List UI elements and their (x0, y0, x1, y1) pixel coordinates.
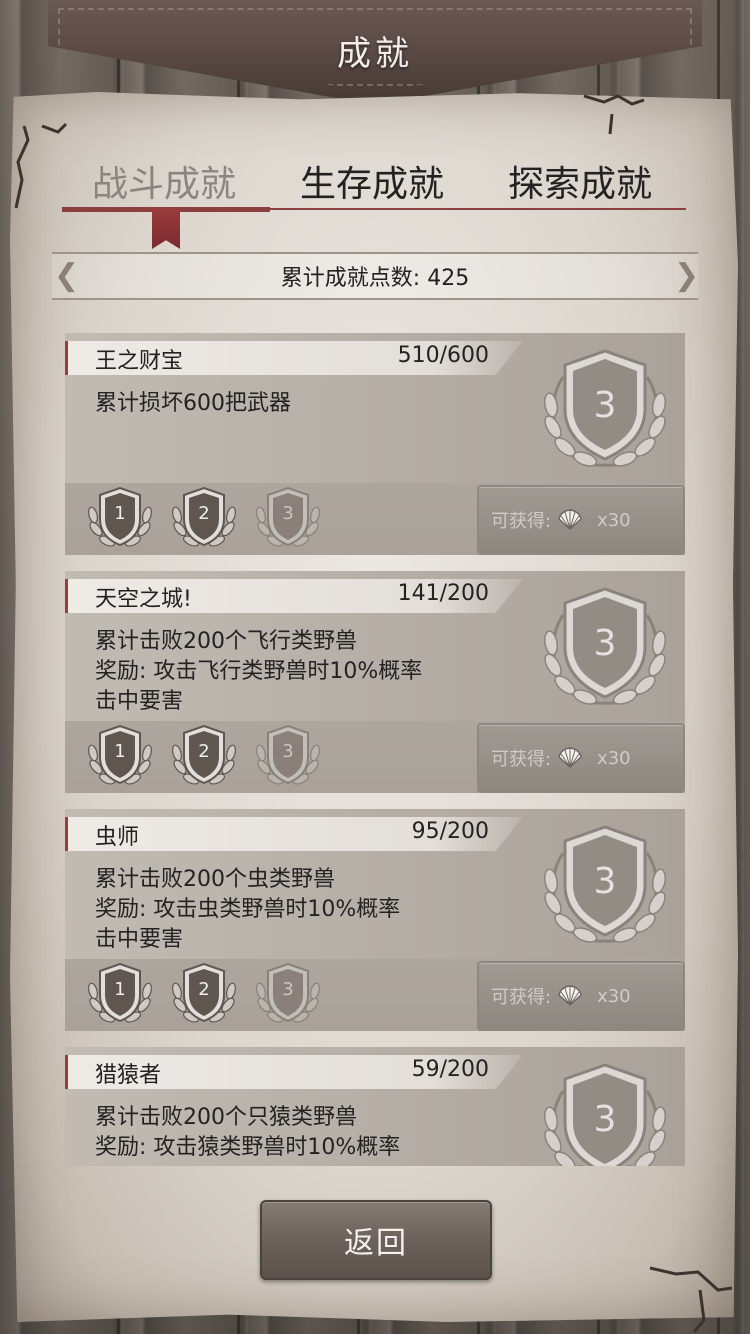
tier-number: 2 (198, 741, 210, 762)
tier-number: 3 (282, 503, 294, 524)
medal-level: 3 (593, 623, 617, 664)
tier-medal-icon: 2 (169, 723, 239, 789)
achievement-progress: 141/200 (397, 581, 489, 606)
tier-medal-icon: 1 (85, 723, 155, 789)
achievement-name: 虫师 (95, 825, 140, 850)
reward-label: 可获得: (491, 987, 552, 1008)
laurel-shield-icon: 3 (535, 585, 675, 709)
tier-medal-icon: 3 (253, 961, 323, 1027)
ornament-icon: ❯ (674, 258, 700, 293)
tier-number: 3 (282, 741, 294, 762)
reward-amount: x30 (597, 747, 631, 769)
achievement-card: 天空之城! 141/200 累计击败200个飞行类野兽 奖励: 攻击飞行类野兽时… (65, 571, 685, 793)
shell-icon (557, 985, 583, 1007)
achievement-points-text: 累计成就点数: 425 (280, 266, 470, 291)
tier-medals: 1 2 3 (85, 723, 323, 789)
achievement-card: 王之财宝 510/600 累计损坏600把武器 3 1 2 3 可获得: x30 (65, 333, 685, 555)
tier-medals: 1 2 3 (85, 961, 323, 1027)
tier-medal-icon: 3 (253, 723, 323, 789)
tier-medal-icon: 1 (85, 961, 155, 1027)
tier-number: 3 (282, 979, 294, 1000)
laurel-shield-icon: 3 (535, 1061, 675, 1166)
achievement-card: 猎猿者 59/200 累计击败200个只猿类野兽 奖励: 攻击猿类野兽时10%概… (65, 1047, 685, 1166)
achievement-description: 累计击败200个飞行类野兽 奖励: 攻击飞行类野兽时10%概率 击中要害 (95, 629, 423, 714)
claim-reward-button[interactable]: 可获得: x30 (477, 961, 685, 1031)
achievement-progress: 95/200 (411, 819, 489, 844)
tier-medal-icon: 2 (169, 961, 239, 1027)
achievement-description: 累计击败200个虫类野兽 奖励: 攻击虫类野兽时10%概率 击中要害 (95, 867, 401, 952)
reward-amount: x30 (597, 509, 631, 531)
tab-combat-achievements[interactable]: 战斗成就 (92, 155, 236, 207)
achievement-progress: 59/200 (411, 1057, 489, 1082)
laurel-shield-icon: 3 (535, 823, 675, 947)
tier-number: 1 (114, 741, 126, 762)
tab-exploration-achievements[interactable]: 探索成就 (508, 155, 652, 207)
achievement-description: 累计损坏600把武器 (95, 391, 291, 416)
laurel-shield-icon: 3 (535, 347, 675, 471)
claim-reward-button[interactable]: 可获得: x30 (477, 485, 685, 555)
reward-amount: x30 (597, 985, 631, 1007)
medal-level: 3 (593, 385, 617, 426)
ornament-icon: ❮ (54, 258, 80, 293)
ribbon-icon (152, 209, 180, 249)
shell-icon (557, 747, 583, 769)
reward-label: 可获得: (491, 749, 552, 770)
tier-number: 1 (114, 979, 126, 1000)
tier-number: 2 (198, 503, 210, 524)
reward-label: 可获得: (491, 511, 552, 532)
page-title: 成就 (337, 34, 413, 74)
achievement-list[interactable]: 王之财宝 510/600 累计损坏600把武器 3 1 2 3 可获得: x30… (65, 333, 685, 1166)
achievement-progress: 510/600 (397, 343, 489, 368)
claim-reward-button[interactable]: 可获得: x30 (477, 723, 685, 793)
tier-medal-icon: 1 (85, 485, 155, 551)
back-button[interactable]: 返回 (260, 1200, 492, 1280)
achievement-name: 王之财宝 (95, 349, 184, 374)
achievement-card: 虫师 95/200 累计击败200个虫类野兽 奖励: 攻击虫类野兽时10%概率 … (65, 809, 685, 1031)
shell-icon (557, 509, 583, 531)
tier-number: 2 (198, 979, 210, 1000)
tier-medal-icon: 2 (169, 485, 239, 551)
tier-number: 1 (114, 503, 126, 524)
tier-medals: 1 2 3 (85, 485, 323, 551)
achievement-description: 累计击败200个只猿类野兽 奖励: 攻击猿类野兽时10%概率 (95, 1105, 401, 1160)
tab-survival-achievements[interactable]: 生存成就 (300, 155, 444, 207)
achievement-points-bar: ❮ 累计成就点数: 425 ❯ (52, 252, 700, 300)
tier-medal-icon: 3 (253, 485, 323, 551)
medal-level: 3 (593, 861, 617, 902)
medal-level: 3 (593, 1099, 617, 1140)
achievement-name: 猎猿者 (95, 1063, 162, 1088)
achievement-name: 天空之城! (95, 587, 192, 612)
